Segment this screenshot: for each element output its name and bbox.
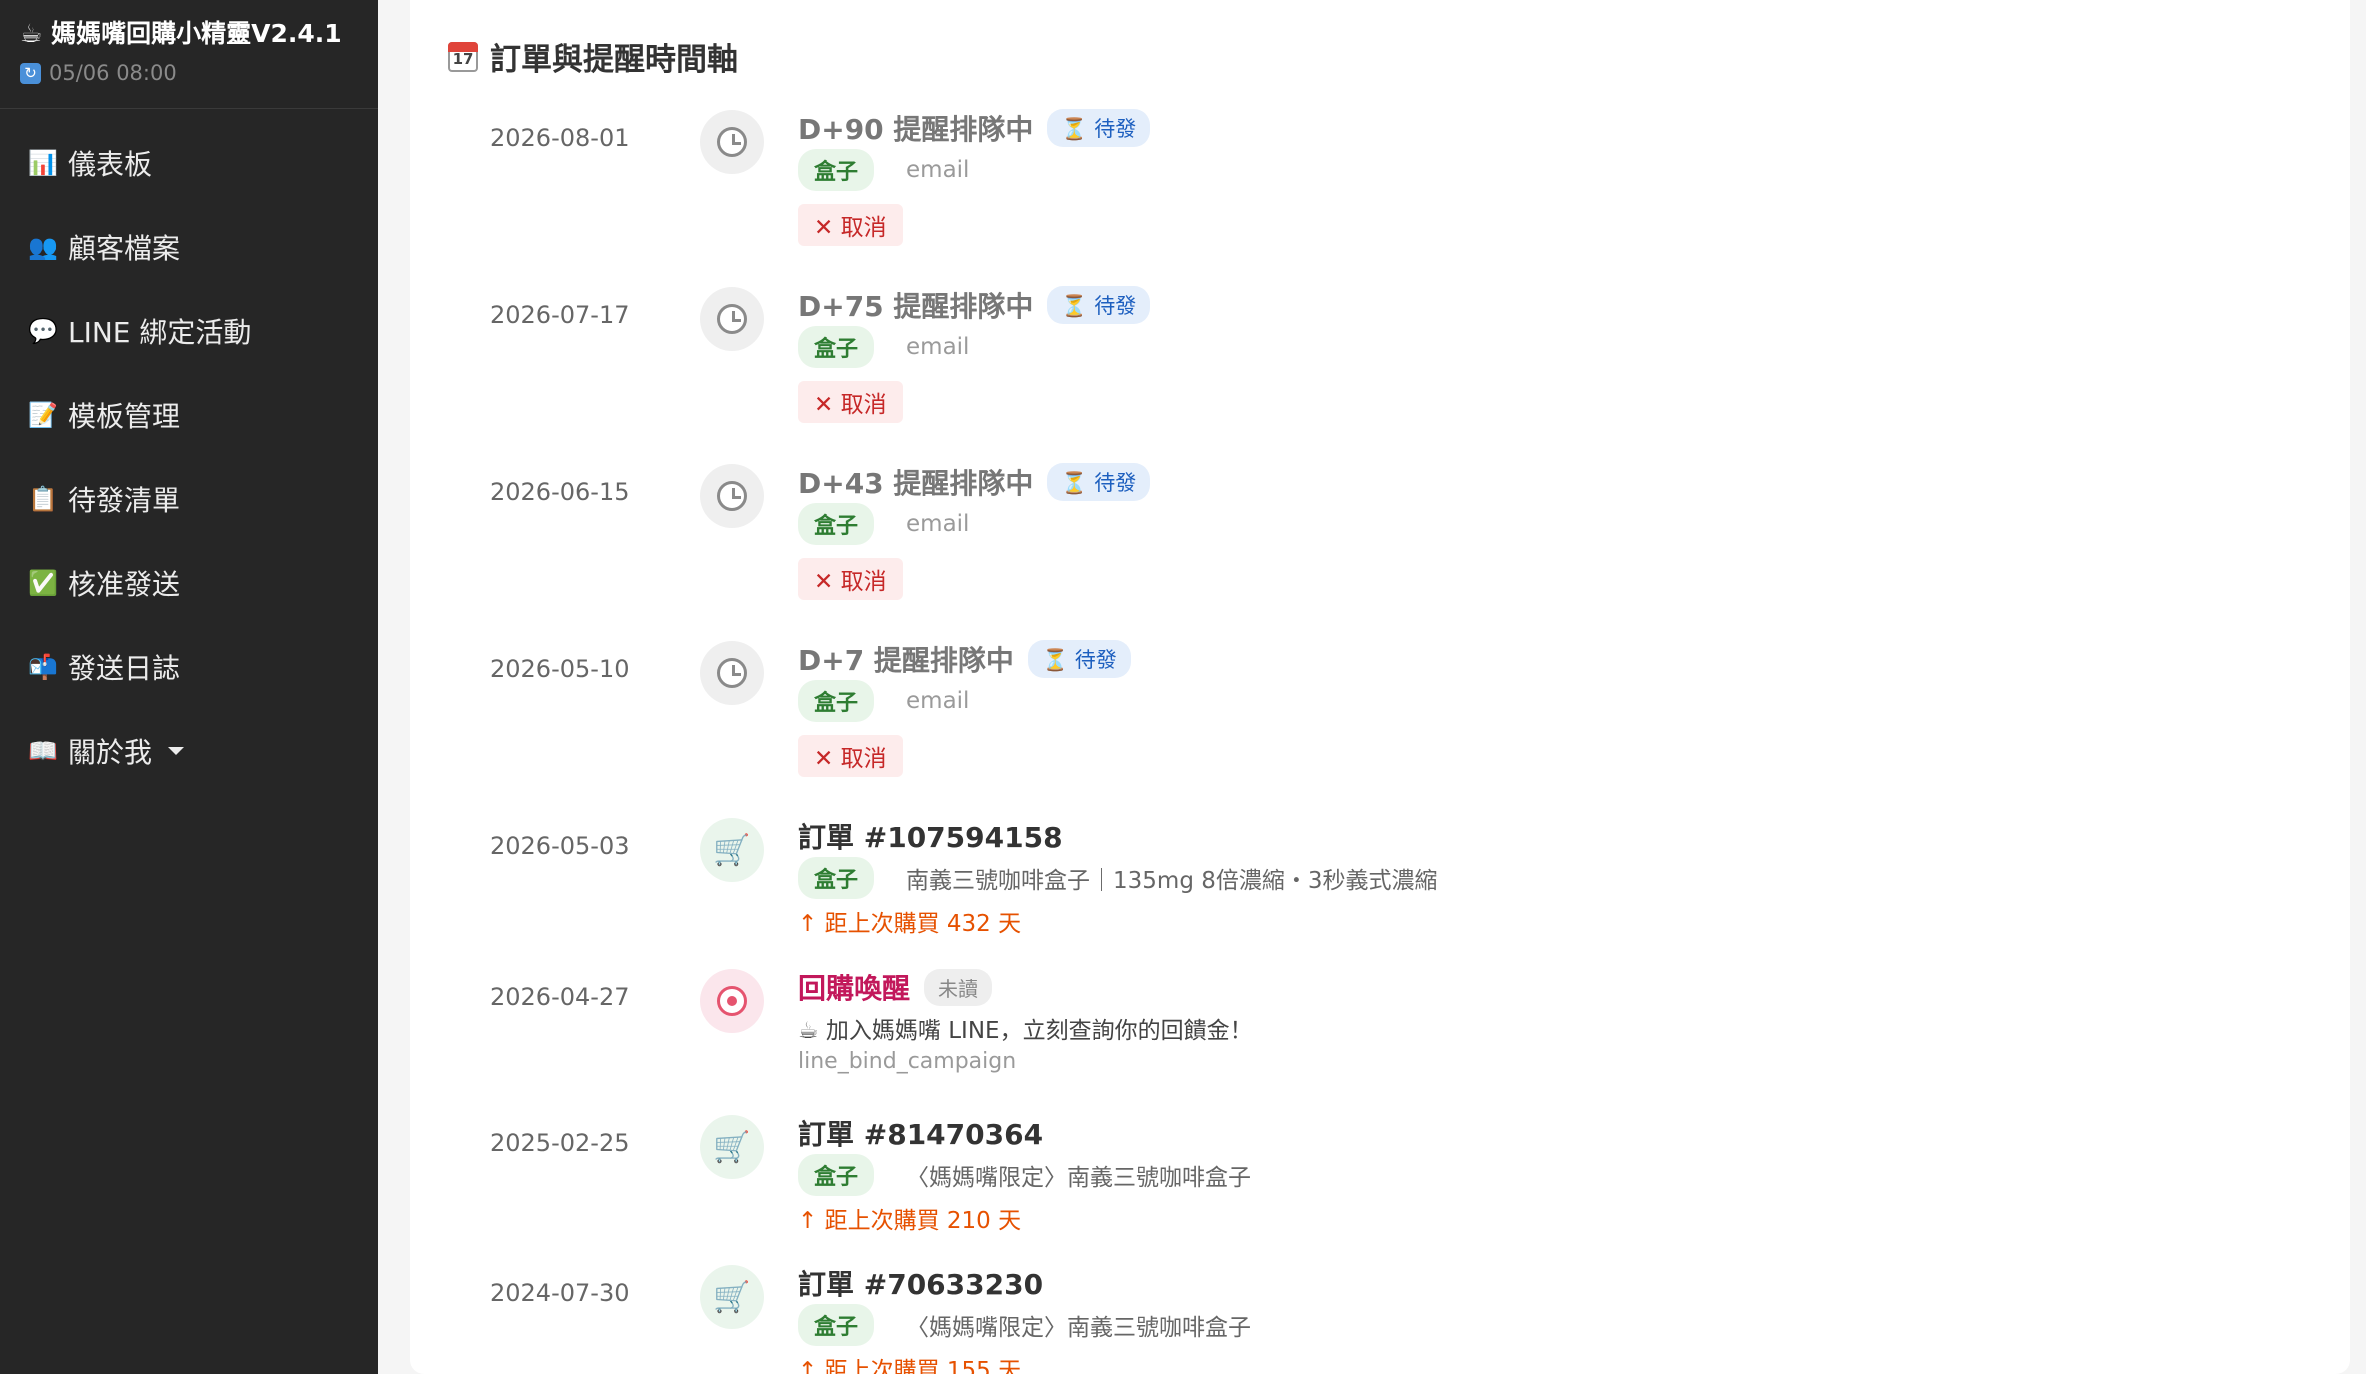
mailbox-icon: 📬	[28, 653, 58, 681]
cart-icon: 🛒	[700, 1265, 764, 1329]
cancel-button[interactable]: ✕ 取消	[798, 381, 903, 423]
clock-icon	[700, 641, 764, 705]
status-badge: ⏳ 待發	[1047, 463, 1151, 501]
product-tag: 盒子	[798, 149, 875, 191]
target-icon	[700, 969, 764, 1033]
sidebar-item-label: 儀表板	[68, 148, 153, 181]
unread-badge: 未讀	[924, 968, 993, 1006]
status-badge: ⏳ 待發	[1047, 109, 1151, 147]
status-badge: ⏳ 待發	[1047, 286, 1151, 324]
sidebar: ☕ 媽媽嘴回購小精靈V2.4.1 ↻ 05/06 08:00 📊 儀表板 👥 顧…	[0, 0, 378, 1374]
purchase-gap: ↑ 距上次購買 155 天	[798, 1358, 1022, 1374]
book-icon: 📖	[28, 737, 58, 765]
cancel-button[interactable]: ✕ 取消	[798, 204, 903, 246]
section-title-text: 訂單與提醒時間軸	[490, 42, 738, 78]
order-title: 訂單 #107594158	[798, 821, 1063, 854]
campaign-key: line_bind_campaign	[798, 1049, 1017, 1074]
chevron-down-icon	[168, 747, 185, 755]
entry-date: 2026-05-10	[490, 655, 630, 683]
entry-date: 2026-04-27	[490, 983, 630, 1011]
section-title: 17 訂單與提醒時間軸	[448, 34, 738, 79]
calendar-icon: 17	[448, 41, 478, 72]
app-title: ☕ 媽媽嘴回購小精靈V2.4.1	[20, 19, 342, 48]
sync-datetime: ↻ 05/06 08:00	[20, 58, 358, 88]
sidebar-item-label: 核准發送	[68, 568, 181, 601]
sidebar-item-label: 發送日誌	[68, 652, 181, 685]
product-tag: 盒子	[798, 503, 875, 545]
campaign-message: ☕ 加入媽媽嘴 LINE，立刻查詢你的回饋金！	[798, 1018, 1253, 1044]
cart-icon: 🛒	[700, 818, 764, 882]
product-tag: 盒子	[798, 1154, 875, 1196]
clock-icon	[700, 110, 764, 174]
sync-icon: ↻	[20, 62, 41, 84]
cancel-button[interactable]: ✕ 取消	[798, 558, 903, 600]
clock-icon	[700, 287, 764, 351]
product-tag: 盒子	[798, 857, 875, 899]
order-title: 訂單 #70633230	[798, 1268, 1044, 1301]
sidebar-item-dashboard[interactable]: 📊 儀表板	[0, 121, 378, 205]
purchase-gap: ↑ 距上次購買 210 天	[798, 1208, 1022, 1234]
sidebar-item-label: LINE 綁定活動	[68, 316, 252, 349]
sidebar-item-label: 模板管理	[68, 400, 181, 433]
users-icon: 👥	[28, 233, 58, 261]
clock-icon	[700, 464, 764, 528]
clipboard-icon: 📋	[28, 485, 58, 513]
campaign-title: 回購喚醒	[798, 972, 911, 1005]
channel-label: email	[906, 688, 970, 714]
sidebar-nav: 📊 儀表板 👥 顧客檔案 💬 LINE 綁定活動 📝 模板管理 📋 待發清單 ✅…	[0, 109, 378, 793]
reminder-title: D+90 提醒排隊中	[798, 113, 1034, 146]
order-title: 訂單 #81470364	[798, 1118, 1044, 1151]
sidebar-item-label: 顧客檔案	[68, 232, 181, 265]
product-tag: 盒子	[798, 1304, 875, 1346]
chart-icon: 📊	[28, 149, 58, 177]
channel-label: email	[906, 334, 970, 360]
check-icon: ✅	[28, 569, 58, 597]
reminder-title: D+7 提醒排隊中	[798, 644, 1014, 677]
sidebar-item-about[interactable]: 📖 關於我	[0, 709, 378, 793]
brand: ☕ 媽媽嘴回購小精靈V2.4.1 ↻ 05/06 08:00	[0, 0, 378, 109]
channel-label: email	[906, 511, 970, 537]
product-name: 南義三號咖啡盒子｜135mg 8倍濃縮・3秒義式濃縮	[906, 868, 1438, 894]
entry-date: 2026-05-03	[490, 832, 630, 860]
sidebar-item-label: 關於我	[68, 736, 153, 769]
entry-date: 2025-02-25	[490, 1129, 630, 1157]
main-panel: 17 訂單與提醒時間軸 2026-08-01 D+90 提醒排隊中 ⏳ 待發 盒…	[410, 0, 2350, 1374]
entry-date: 2026-06-15	[490, 478, 630, 506]
sidebar-item-templates[interactable]: 📝 模板管理	[0, 373, 378, 457]
sidebar-item-send-log[interactable]: 📬 發送日誌	[0, 625, 378, 709]
channel-label: email	[906, 157, 970, 183]
sidebar-item-customers[interactable]: 👥 顧客檔案	[0, 205, 378, 289]
product-tag: 盒子	[798, 326, 875, 368]
cart-icon: 🛒	[700, 1115, 764, 1179]
sidebar-item-approve[interactable]: ✅ 核准發送	[0, 541, 378, 625]
status-badge: ⏳ 待發	[1027, 640, 1131, 678]
purchase-gap: ↑ 距上次購買 432 天	[798, 911, 1022, 937]
product-name: 〈媽媽嘴限定〉南義三號咖啡盒子	[906, 1165, 1252, 1191]
reminder-title: D+43 提醒排隊中	[798, 467, 1034, 500]
sidebar-item-pending[interactable]: 📋 待發清單	[0, 457, 378, 541]
entry-date: 2026-08-01	[490, 124, 630, 152]
reminder-title: D+75 提醒排隊中	[798, 290, 1034, 323]
cancel-button[interactable]: ✕ 取消	[798, 735, 903, 777]
entry-date: 2026-07-17	[490, 301, 630, 329]
memo-icon: 📝	[28, 401, 58, 429]
product-name: 〈媽媽嘴限定〉南義三號咖啡盒子	[906, 1315, 1252, 1341]
entry-date: 2024-07-30	[490, 1279, 630, 1307]
product-tag: 盒子	[798, 680, 875, 722]
speech-bubble-icon: 💬	[28, 317, 58, 345]
datetime-text: 05/06 08:00	[49, 61, 177, 85]
sidebar-item-line-campaign[interactable]: 💬 LINE 綁定活動	[0, 289, 378, 373]
sidebar-item-label: 待發清單	[68, 484, 181, 517]
